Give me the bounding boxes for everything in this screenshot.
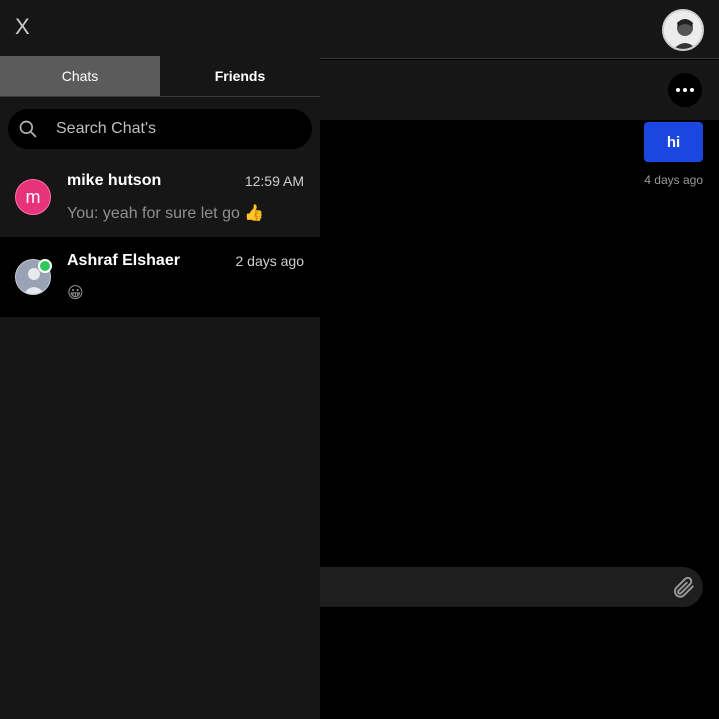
more-options-icon — [676, 88, 680, 92]
sent-message-bubble: hi — [644, 122, 703, 162]
more-options-dot — [683, 88, 687, 92]
conversation-preview: You: yeah for sure let go 👍 — [67, 205, 265, 222]
conversation-time: 2 days ago — [235, 253, 305, 269]
top-bar: X — [0, 0, 719, 59]
tab-chats[interactable]: Chats — [0, 56, 160, 96]
more-options-dot — [690, 88, 694, 92]
sidebar-tabs: Chats Friends — [0, 56, 320, 97]
paperclip-icon[interactable] — [670, 574, 696, 600]
conversation-name: Ashraf Elshaer — [67, 252, 180, 269]
avatar: m — [15, 179, 51, 215]
search-icon — [19, 120, 37, 138]
conversation-item[interactable]: Ashraf Elshaer 2 days ago 😀 — [0, 237, 320, 317]
chat-app: X hi 4 days ago Chats Friends Search Cha… — [0, 0, 719, 719]
search-bar — [8, 109, 312, 149]
profile-photo-icon — [664, 11, 702, 49]
tab-friends[interactable]: Friends — [160, 56, 320, 96]
more-options-button[interactable] — [668, 73, 702, 107]
chat-sidebar: Chats Friends m mike hutson 12:59 AM You… — [0, 56, 320, 719]
conversation-item[interactable]: m mike hutson 12:59 AM You: yeah for sur… — [0, 157, 320, 237]
conversation-preview: 😀 — [67, 285, 84, 302]
conversation-name: mike hutson — [67, 172, 162, 189]
message-timestamp: 4 days ago — [644, 173, 703, 187]
online-status-dot — [38, 259, 52, 273]
conversation-time: 12:59 AM — [244, 173, 304, 189]
user-profile-avatar[interactable] — [662, 9, 704, 51]
chat-header — [320, 60, 719, 120]
close-button[interactable]: X — [15, 14, 30, 40]
search-input[interactable] — [8, 109, 312, 149]
message-composer[interactable] — [320, 567, 703, 607]
